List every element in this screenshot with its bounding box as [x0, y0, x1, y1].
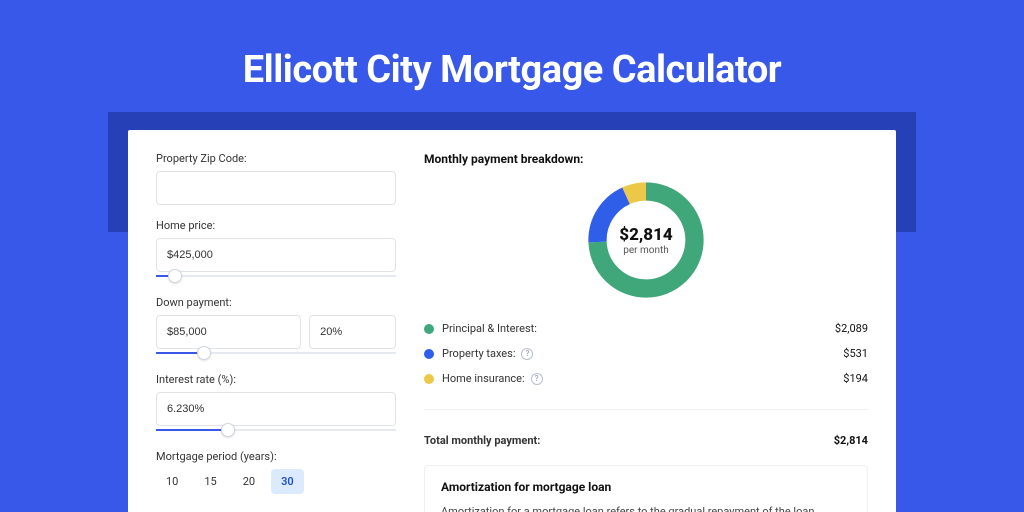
down-payment-label: Down payment:: [156, 296, 396, 309]
amortization-section: Amortization for mortgage loan Amortizat…: [424, 465, 868, 512]
info-icon[interactable]: ?: [531, 373, 543, 385]
legend-total-row: Total monthly payment:$2,814: [424, 434, 868, 447]
page-title: Ellicott City Mortgage Calculator: [0, 48, 1024, 92]
interest-rate-slider[interactable]: [156, 424, 396, 436]
amortization-title: Amortization for mortgage loan: [441, 480, 851, 494]
legend-name: Property taxes: ?: [442, 347, 843, 360]
amortization-body: Amortization for a mortgage loan refers …: [441, 504, 851, 512]
interest-rate-input[interactable]: [156, 392, 396, 426]
legend-value: $194: [843, 372, 868, 385]
down-payment-slider[interactable]: [156, 347, 396, 359]
legend-total-name: Total monthly payment:: [424, 434, 834, 447]
down-payment-percent-input[interactable]: [309, 315, 396, 349]
period-label: Mortgage period (years):: [156, 450, 396, 463]
zip-input[interactable]: [156, 171, 396, 205]
home-price-label: Home price:: [156, 219, 396, 232]
legend-dot-icon: [424, 324, 434, 334]
interest-rate-label: Interest rate (%):: [156, 373, 396, 386]
legend-row: Principal & Interest:$2,089: [424, 322, 868, 335]
payment-donut-chart: $2,814 per month: [582, 176, 710, 304]
legend-value: $531: [843, 347, 868, 360]
legend-name: Principal & Interest:: [442, 322, 835, 335]
legend-value: $2,089: [835, 322, 868, 335]
legend-total-value: $2,814: [834, 434, 868, 447]
legend-name: Home insurance: ?: [442, 372, 843, 385]
donut-center-value: $2,814: [619, 225, 672, 245]
results-panel: Monthly payment breakdown: $2,814 per mo…: [424, 152, 868, 512]
home-price-slider[interactable]: [156, 270, 396, 282]
legend-dot-icon: [424, 349, 434, 359]
donut-center-sub: per month: [623, 245, 669, 256]
zip-label: Property Zip Code:: [156, 152, 396, 165]
breakdown-title: Monthly payment breakdown:: [424, 152, 868, 166]
period-option-20[interactable]: 20: [233, 469, 265, 494]
legend-row: Home insurance: ?$194: [424, 372, 868, 385]
legend-dot-icon: [424, 374, 434, 384]
info-icon[interactable]: ?: [521, 348, 533, 360]
breakdown-legend: Principal & Interest:$2,089 Property taxe…: [424, 322, 868, 447]
calculator-card: Property Zip Code: Home price: Down paym…: [128, 130, 896, 512]
period-options: 1015 2030: [156, 469, 396, 494]
period-option-30[interactable]: 30: [271, 469, 304, 494]
period-option-10[interactable]: 10: [156, 469, 188, 494]
period-option-15[interactable]: 15: [194, 469, 226, 494]
legend-row: Property taxes: ?$531: [424, 347, 868, 360]
home-price-input[interactable]: [156, 238, 396, 272]
inputs-panel: Property Zip Code: Home price: Down paym…: [156, 152, 396, 512]
down-payment-amount-input[interactable]: [156, 315, 301, 349]
